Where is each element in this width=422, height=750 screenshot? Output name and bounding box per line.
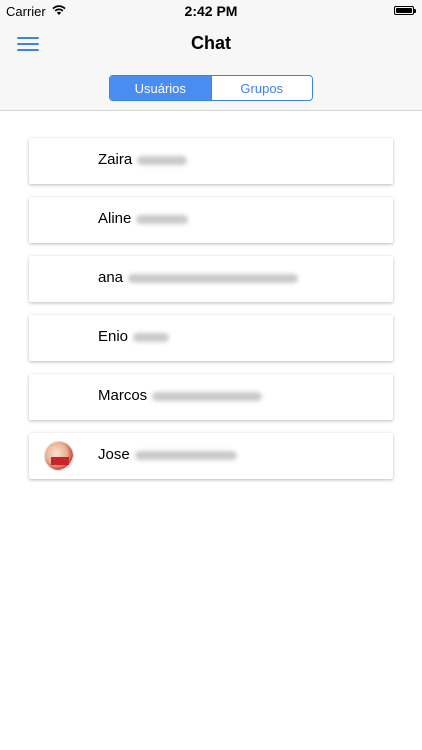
segmented-control: Usuários Grupos bbox=[109, 75, 313, 101]
user-list: Zaira Aline ana Enio Marcos Jose bbox=[29, 138, 393, 492]
status-bar: Carrier 2:42 PM bbox=[0, 0, 422, 22]
user-name: ana bbox=[98, 269, 299, 286]
tab-grupos[interactable]: Grupos bbox=[210, 76, 312, 100]
list-item[interactable]: ana bbox=[29, 256, 393, 302]
blurred-surname bbox=[134, 450, 237, 460]
list-item[interactable]: Zaira bbox=[29, 138, 393, 184]
user-name: Zaira bbox=[98, 151, 188, 168]
blurred-surname bbox=[152, 391, 263, 401]
navigation-bar: Chat bbox=[0, 22, 422, 66]
user-name: Aline bbox=[98, 210, 189, 227]
battery-icon bbox=[394, 6, 416, 15]
segment-bar: Usuários Grupos bbox=[0, 66, 422, 111]
list-item[interactable]: Enio bbox=[29, 315, 393, 361]
blurred-surname bbox=[133, 332, 170, 342]
blurred-surname bbox=[136, 214, 189, 224]
list-item[interactable]: Marcos bbox=[29, 374, 393, 420]
user-name: Marcos bbox=[98, 387, 263, 404]
status-time: 2:42 PM bbox=[184, 3, 238, 19]
page-title: Chat bbox=[191, 33, 231, 53]
user-name: Enio bbox=[98, 328, 170, 345]
user-name: Jose bbox=[98, 446, 237, 463]
avatar bbox=[44, 441, 74, 471]
list-item[interactable]: Aline bbox=[29, 197, 393, 243]
list-item[interactable]: Jose bbox=[29, 433, 393, 479]
blurred-surname bbox=[128, 273, 299, 283]
blurred-surname bbox=[137, 155, 188, 165]
tab-usuarios[interactable]: Usuários bbox=[110, 76, 211, 100]
